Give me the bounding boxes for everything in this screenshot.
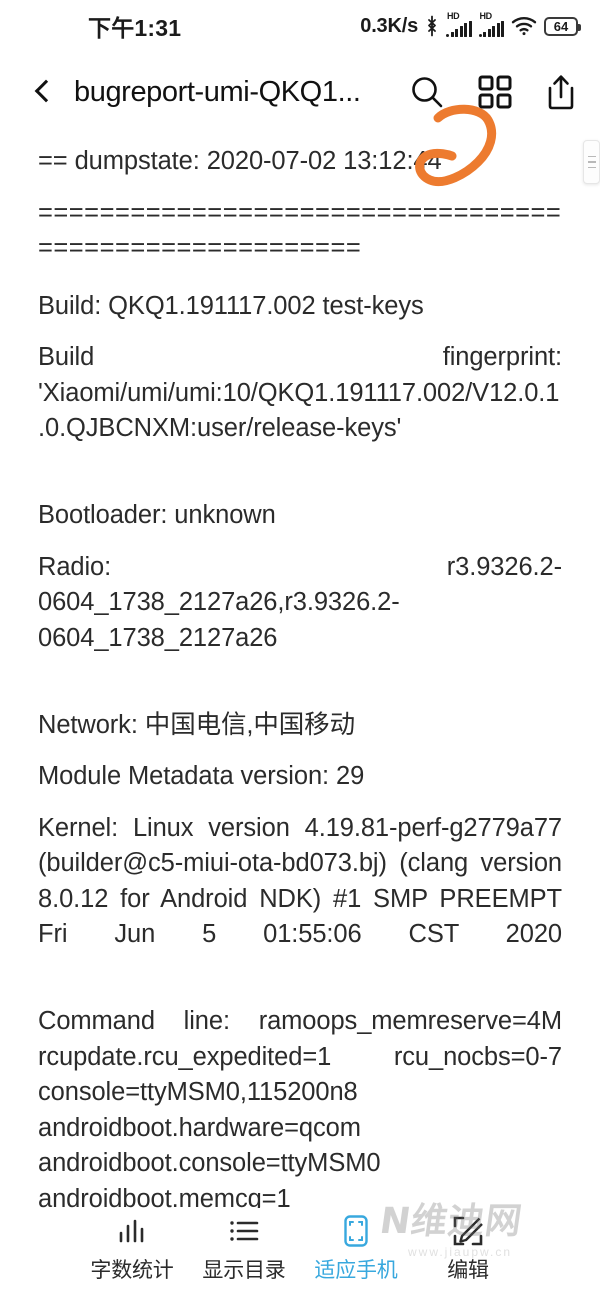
edit-icon [453, 1216, 483, 1246]
doc-line: == dumpstate: 2020-07-02 13:12:44 [38, 147, 442, 175]
status-time: 下午1:31 [88, 15, 182, 41]
doc-line: Command line: ramoops_memreserve=4M rcup… [38, 1007, 562, 1208]
phone-screen: 下午1:31 0.3K/s HD HD 64 bugreport-umi-QKQ… [0, 0, 600, 1300]
signal-icon-sim1: HD [446, 11, 472, 37]
search-icon[interactable] [408, 73, 446, 111]
doc-line: Kernel: Linux version 4.19.81-perf-g2779… [38, 813, 562, 949]
doc-line: Build fingerprint: 'Xiaomi/umi/umi:10/QK… [38, 343, 562, 442]
battery-icon: 64 [544, 16, 581, 36]
toolbar-item-fit-phone[interactable]: 适应手机 [300, 1215, 412, 1284]
status-indicators: 0.3K/s HD HD 64 [360, 11, 581, 38]
doc-line: Bootloader: unknown [38, 501, 276, 529]
scrollbar-handle[interactable] [583, 140, 600, 184]
app-header: bugreport-umi-QKQ1... [0, 52, 600, 186]
fit-phone-icon [344, 1215, 368, 1247]
network-speed-label: 0.3K/s [360, 14, 418, 37]
page-title: bugreport-umi-QKQ1... [74, 75, 361, 108]
share-icon[interactable] [544, 73, 578, 111]
toolbar-label: 字数统计 [90, 1259, 174, 1282]
bar-chart-icon [117, 1216, 147, 1246]
list-icon [229, 1216, 259, 1246]
bluetooth-icon [428, 15, 436, 37]
toolbar-label: 编辑 [447, 1259, 489, 1282]
toolbar-item-word-count[interactable]: 字数统计 [76, 1216, 188, 1284]
grid-view-icon[interactable] [478, 75, 512, 109]
header-actions [408, 73, 578, 111]
toolbar-label: 适应手机 [314, 1259, 398, 1282]
doc-line: Module Metadata version: 29 [38, 762, 365, 790]
hd-label-sim1: HD [447, 11, 460, 21]
doc-line: Radio: r3.9326.2-0604_1738_2127a26,r3.93… [38, 552, 562, 652]
battery-level-label: 64 [553, 18, 569, 34]
doc-line: Network: 中国电信,中国移动 [38, 710, 355, 739]
toolbar-item-edit[interactable]: 编辑 [412, 1216, 524, 1284]
bottom-toolbar: 字数统计 显示目录 适应手机 编辑 N维迪网 www.jiaupw.cn [0, 1201, 600, 1300]
toolbar-label: 显示目录 [202, 1259, 286, 1282]
status-bar: 下午1:31 0.3K/s HD HD 64 [0, 0, 600, 52]
doc-line: ========================================… [38, 198, 562, 263]
hd-label-sim2: HD [479, 11, 493, 21]
wifi-icon [511, 17, 537, 36]
toolbar-item-show-outline[interactable]: 显示目录 [188, 1216, 300, 1284]
document-body[interactable]: == dumpstate: 2020-07-02 13:12:44 ======… [0, 132, 600, 1208]
doc-line: Build: QKQ1.191117.002 test-keys [38, 291, 424, 320]
back-chevron-icon[interactable] [30, 79, 56, 105]
signal-icon-sim2: HD [478, 11, 504, 37]
